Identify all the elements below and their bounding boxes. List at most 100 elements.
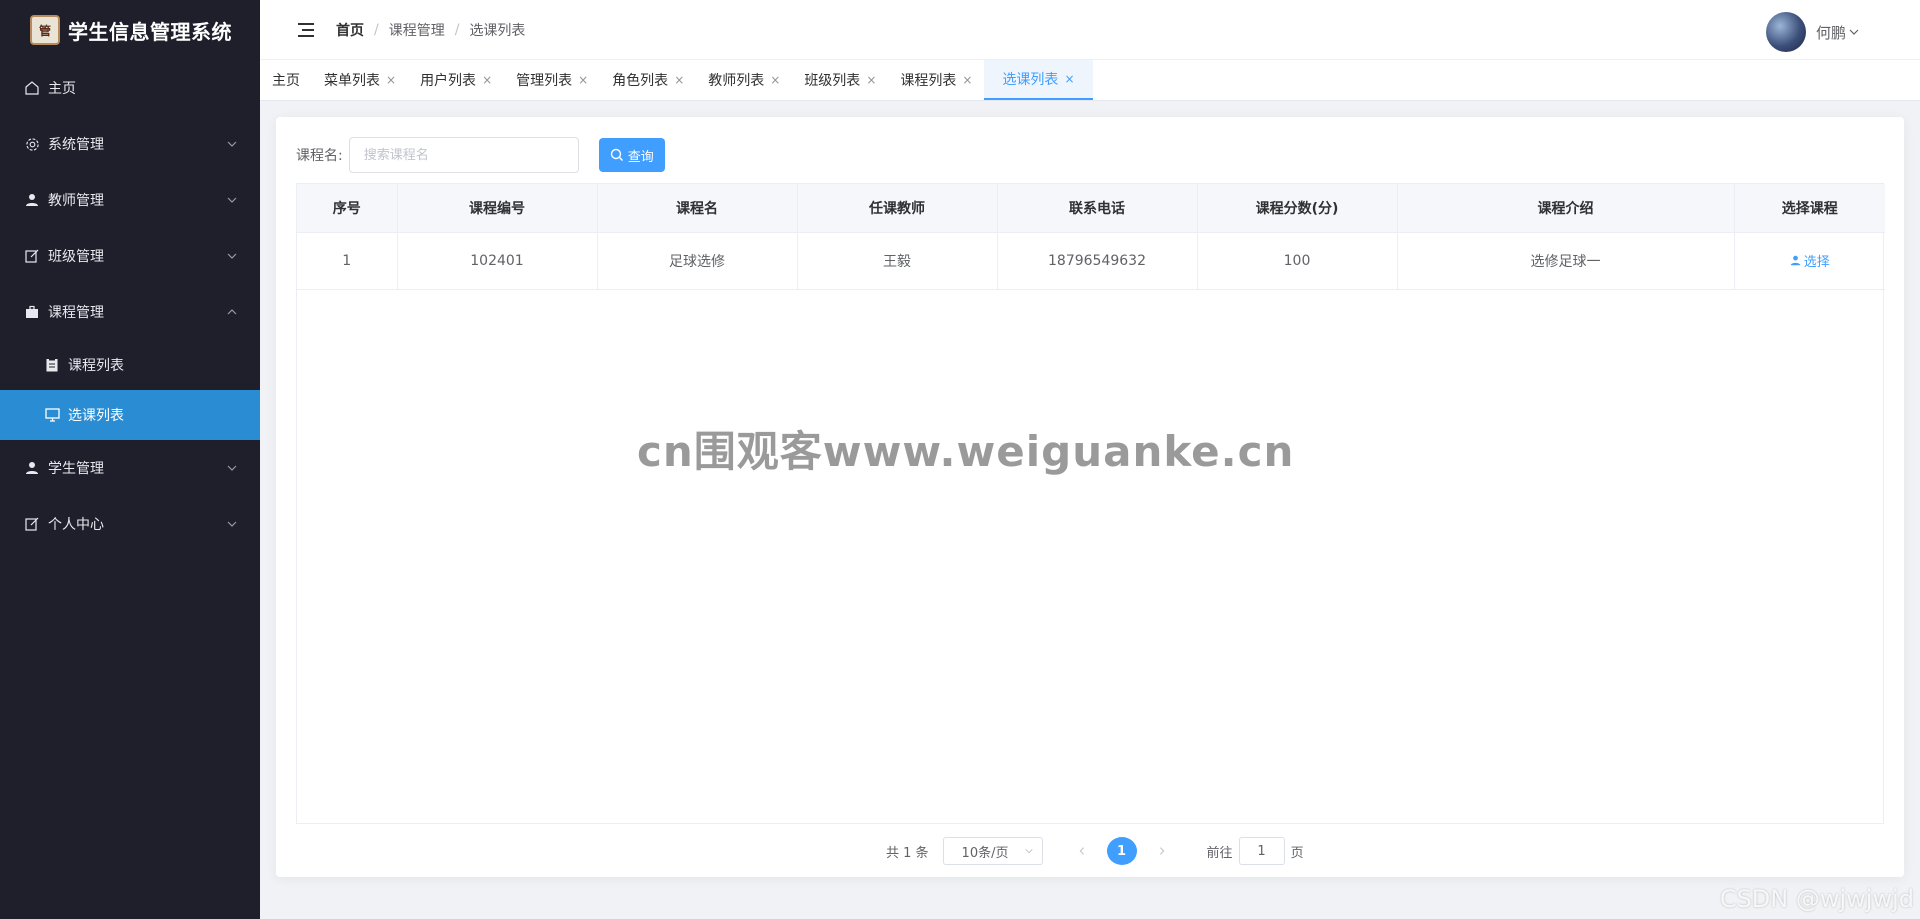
query-button[interactable]: 查询 [598, 138, 665, 172]
tab-admin-list[interactable]: 管理列表 × [504, 60, 600, 100]
monitor-icon [44, 407, 60, 423]
cell-intro: 选修足球一 [1397, 232, 1735, 290]
sidebar-item-student[interactable]: 学生管理 [0, 440, 260, 496]
gear-icon [24, 136, 40, 152]
app-title: 学生信息管理系统 [68, 19, 232, 44]
briefcase-icon [24, 304, 40, 320]
breadcrumb: 首页 / 课程管理 / 选课列表 [336, 20, 525, 40]
breadcrumb-course-management: 课程管理 [388, 22, 445, 39]
column-header: 课程介绍 [1397, 184, 1735, 233]
cell-course-code: 102401 [397, 232, 598, 290]
column-header: 联系电话 [997, 184, 1198, 233]
sidebar-item-label: 个人中心 [48, 517, 104, 533]
prev-page-button[interactable] [1067, 837, 1097, 865]
pagination-total: 共 1 条 [886, 845, 929, 861]
tab-class-list[interactable]: 班级列表 × [792, 60, 888, 100]
tab-teacher-list[interactable]: 教师列表 × [696, 60, 792, 100]
sidebar: 管 学生信息管理系统 主页 系统管理 教师管理 班级管理 课程管理 课程列表 选… [0, 0, 260, 919]
sidebar-item-course[interactable]: 课程管理 [0, 284, 260, 340]
page-size-value: 10条/页 [961, 845, 1009, 861]
course-name-search-input[interactable] [348, 137, 579, 173]
table-header-row: 序号 课程编号 课程名 任课教师 联系电话 课程分数(分) 课程介绍 选择课程 [297, 184, 1885, 233]
sidebar-item-profile[interactable]: 个人中心 [0, 496, 260, 552]
close-icon[interactable]: × [578, 73, 588, 87]
tab-home[interactable]: 主页 [260, 60, 312, 100]
close-icon[interactable]: × [962, 73, 972, 87]
tab-user-list[interactable]: 用户列表 × [408, 60, 504, 100]
avatar [1765, 12, 1806, 52]
close-icon[interactable]: × [866, 73, 876, 87]
close-icon[interactable]: × [386, 73, 396, 87]
sidebar-item-class[interactable]: 班级管理 [0, 228, 260, 284]
sidebar-item-teacher[interactable]: 教师管理 [0, 172, 260, 228]
tab-role-list[interactable]: 角色列表 × [600, 60, 696, 100]
cell-score: 100 [1197, 232, 1398, 290]
sidebar-item-label: 学生管理 [48, 461, 104, 477]
page-number-current[interactable]: 1 [1106, 837, 1137, 865]
chevron-down-icon [227, 197, 237, 203]
cell-action: 选择 [1734, 232, 1885, 290]
select-course-button[interactable]: 选择 [1790, 251, 1830, 270]
app-logo: 管 [30, 15, 60, 45]
page-jumper: 前往 页 [1207, 837, 1304, 865]
brand[interactable]: 管 学生信息管理系统 [0, 0, 260, 60]
tab-label: 角色列表 [612, 73, 669, 89]
column-header: 选择课程 [1734, 184, 1885, 233]
tab-label: 课程列表 [900, 73, 957, 89]
edit-icon [24, 516, 40, 532]
query-button-label: 查询 [627, 149, 654, 165]
chevron-down-icon [1024, 848, 1033, 854]
cell-index: 1 [297, 232, 398, 290]
goto-page-input[interactable] [1238, 837, 1285, 865]
menu-toggle-icon[interactable] [298, 22, 314, 37]
logo-text: 管 [38, 23, 51, 38]
sidebar-subitem-label: 选课列表 [68, 408, 124, 424]
tab-label: 主页 [272, 73, 300, 89]
breadcrumb-separator: / [454, 21, 460, 38]
search-label: 课程名: [296, 148, 343, 164]
breadcrumb-home[interactable]: 首页 [336, 20, 364, 40]
sidebar-subitem-selection-list[interactable]: 选课列表 [0, 390, 260, 440]
sidebar-item-label: 班级管理 [48, 249, 104, 265]
sidebar-item-system[interactable]: 系统管理 [0, 116, 260, 172]
goto-prefix: 前往 [1206, 845, 1233, 861]
document-icon [44, 357, 60, 373]
edit-icon [24, 248, 40, 264]
close-icon[interactable]: × [482, 73, 492, 87]
sidebar-subitem-course-list[interactable]: 课程列表 [0, 340, 260, 390]
close-icon[interactable]: × [1064, 72, 1074, 86]
breadcrumb-current: 选课列表 [469, 22, 526, 39]
user-menu[interactable]: 何鹏 [1765, 12, 1860, 52]
chevron-down-icon [1849, 29, 1859, 35]
chevron-down-icon [227, 253, 237, 259]
watermark-text: cn围观客www.weiguanke.cn [637, 427, 1295, 476]
sidebar-item-label: 主页 [48, 81, 76, 97]
cell-course-name: 足球选修 [597, 232, 798, 290]
user-icon [24, 192, 40, 208]
content-card: 课程名: 查询 序号 课程编号 课程名 任课教师 联系电话 课程分数(分 [276, 117, 1904, 877]
sidebar-item-label: 教师管理 [48, 193, 104, 209]
sidebar-item-label: 系统管理 [48, 137, 104, 153]
page-size-select[interactable]: 10条/页 [942, 837, 1043, 865]
tab-course-list[interactable]: 课程列表 × [888, 60, 984, 100]
chevron-down-icon [227, 521, 237, 527]
column-header: 课程名 [597, 184, 798, 233]
tab-bar: 主页 菜单列表 × 用户列表 × 管理列表 × 角色列表 × 教师列表 × 班级列表 × 课… [260, 60, 1920, 101]
next-page-button[interactable] [1147, 837, 1177, 865]
username: 何鹏 [1815, 23, 1846, 42]
table-row: 1 102401 足球选修 王毅 18796549632 100 选修足球一 选… [297, 232, 1885, 290]
close-icon[interactable]: × [674, 73, 684, 87]
goto-suffix: 页 [1290, 845, 1304, 861]
user-icon [1790, 255, 1801, 266]
home-icon [24, 80, 40, 96]
sidebar-item-label: 课程管理 [48, 305, 104, 321]
column-header: 序号 [297, 184, 398, 233]
tab-label: 教师列表 [708, 73, 765, 89]
tab-selection-list[interactable]: 选课列表 × [984, 60, 1093, 100]
close-icon[interactable]: × [770, 73, 780, 87]
tab-label: 班级列表 [804, 73, 861, 89]
column-header: 任课教师 [797, 184, 998, 233]
tab-menu-list[interactable]: 菜单列表 × [312, 60, 408, 100]
sidebar-subitem-label: 课程列表 [68, 358, 124, 374]
sidebar-item-home[interactable]: 主页 [0, 60, 260, 116]
